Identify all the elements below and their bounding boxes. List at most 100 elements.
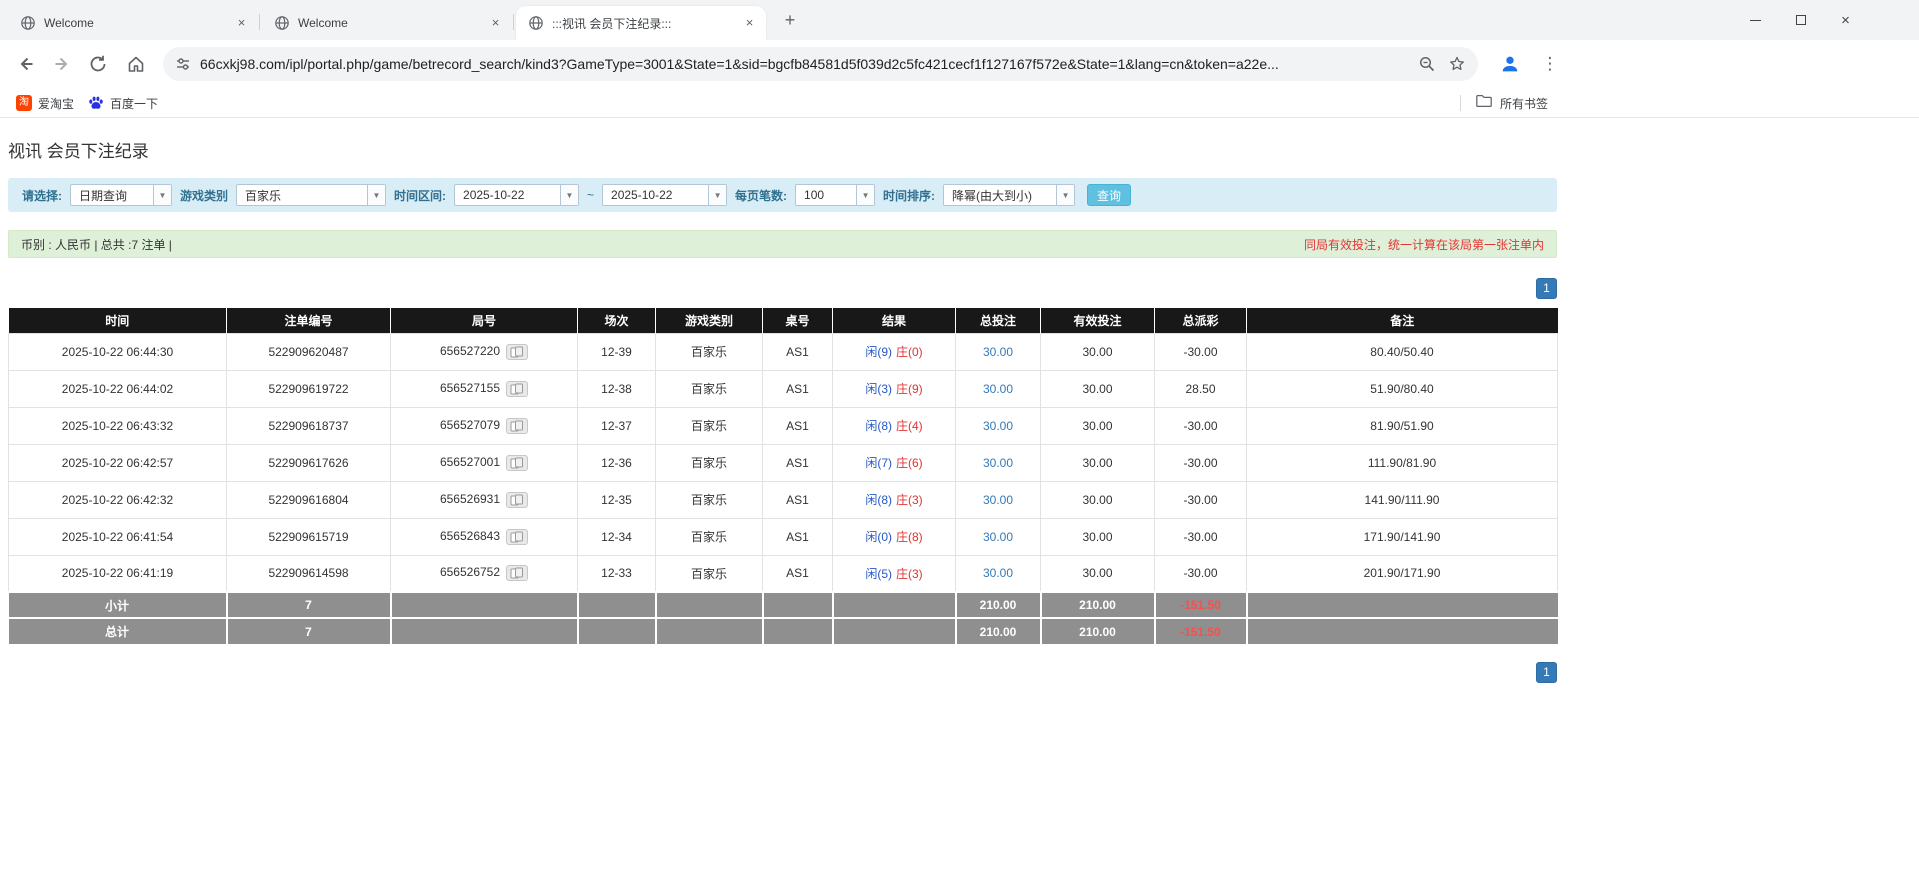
payout-cell: 28.50 xyxy=(1154,369,1247,408)
total-bet-link[interactable]: 30.00 xyxy=(983,456,1013,470)
round-cell: 656527001 xyxy=(390,443,578,482)
bet-id-cell: 522909615719 xyxy=(226,517,391,556)
round-result-image-icon[interactable] xyxy=(506,565,529,582)
column-header: 备注 xyxy=(1246,308,1558,333)
browser-menu-icon[interactable]: ⋮ xyxy=(1534,48,1566,80)
payout-cell: -30.00 xyxy=(1154,517,1247,556)
round-result-image-icon[interactable] xyxy=(506,343,529,360)
table-no-cell: AS1 xyxy=(762,443,833,482)
game-type-cell: 百家乐 xyxy=(655,517,763,556)
footer-valid-bet: 210.00 xyxy=(1040,591,1156,618)
table-header-row: 时间 注单编号 局号 场次 游戏类别 桌号 结果 总投注 有效投注 总派彩 备注 xyxy=(8,308,1558,333)
session-cell: 12-34 xyxy=(577,517,656,556)
minimize-button[interactable] xyxy=(1733,0,1778,40)
column-header: 注单编号 xyxy=(226,308,391,333)
round-cell: 656527155 xyxy=(390,369,578,408)
page-1-button[interactable]: 1 xyxy=(1536,662,1557,683)
game-type-label: 游戏类别 xyxy=(180,188,229,203)
round-cell: 656526931 xyxy=(390,480,578,519)
reload-button[interactable] xyxy=(80,46,116,82)
round-id: 656526752 xyxy=(439,565,501,580)
game-type-select[interactable]: 百家乐 ▼ xyxy=(236,184,387,206)
chevron-down-icon[interactable]: ▼ xyxy=(1056,185,1075,205)
query-mode-select[interactable]: 日期查询 ▼ xyxy=(70,184,172,206)
date-to-value: 2025-10-22 xyxy=(611,188,673,202)
tab-close-icon[interactable]: × xyxy=(741,15,758,32)
total-bet-link[interactable]: 30.00 xyxy=(983,345,1013,359)
total-bet-cell: 30.00 xyxy=(955,443,1041,482)
game-type-cell: 百家乐 xyxy=(655,369,763,408)
result-banker: 庄(3) xyxy=(896,493,923,507)
chevron-down-icon[interactable]: ▼ xyxy=(367,185,386,205)
close-button[interactable]: × xyxy=(1823,0,1868,40)
browser-tab-2[interactable]: Welcome × xyxy=(262,6,512,40)
total-bet-link[interactable]: 30.00 xyxy=(983,493,1013,507)
bookmark-taobao[interactable]: 淘 爱淘宝 xyxy=(8,91,82,115)
tab-close-icon[interactable]: × xyxy=(487,15,504,32)
url-text[interactable]: 66cxkj98.com/ipl/portal.php/game/betreco… xyxy=(200,56,1418,72)
total-bet-link[interactable]: 30.00 xyxy=(983,566,1013,580)
result-banker: 庄(0) xyxy=(896,345,923,359)
date-from-select[interactable]: 2025-10-22 ▼ xyxy=(454,184,580,206)
new-tab-button[interactable]: + xyxy=(778,9,802,33)
bookmark-label: 百度一下 xyxy=(110,96,159,111)
footer-payout: -151.50 xyxy=(1154,617,1248,644)
round-result-image-icon[interactable] xyxy=(506,491,529,508)
tab-close-icon[interactable]: × xyxy=(233,15,250,32)
all-bookmarks[interactable]: 所有书签 xyxy=(1460,88,1548,118)
chevron-down-icon[interactable]: ▼ xyxy=(560,185,579,205)
bookmarks-divider xyxy=(1460,95,1461,111)
maximize-button[interactable] xyxy=(1778,0,1823,40)
page-1-button[interactable]: 1 xyxy=(1536,278,1557,299)
round-result-image-icon[interactable] xyxy=(506,454,529,471)
browser-tab-3-active[interactable]: :::视讯 会员下注纪录::: × xyxy=(516,6,766,40)
total-bet-link[interactable]: 30.00 xyxy=(983,382,1013,396)
round-result-image-icon[interactable] xyxy=(506,380,529,397)
session-cell: 12-36 xyxy=(577,443,656,482)
bookmark-star-icon[interactable] xyxy=(1448,55,1466,73)
round-result-image-icon[interactable] xyxy=(506,528,529,545)
payout-cell: -30.00 xyxy=(1154,332,1247,371)
page-size-select[interactable]: 100 ▼ xyxy=(795,184,876,206)
result-banker: 庄(6) xyxy=(896,456,923,470)
table-no-cell: AS1 xyxy=(762,554,833,593)
globe-favicon xyxy=(528,15,544,31)
filter-bar: 请选择: 日期查询 ▼ 游戏类别 百家乐 ▼ 时间区间: 2025-10-22 … xyxy=(8,178,1557,212)
browser-tab-1[interactable]: Welcome × xyxy=(8,6,258,40)
round-cell: 656527220 xyxy=(390,332,578,371)
round-result-image-icon[interactable] xyxy=(506,417,529,434)
site-settings-icon[interactable] xyxy=(175,56,191,72)
table-row: 2025-10-22 06:44:02 522909619722 656527155… xyxy=(8,369,1558,408)
column-header: 局号 xyxy=(390,308,578,333)
date-to-select[interactable]: 2025-10-22 ▼ xyxy=(602,184,728,206)
chevron-down-icon[interactable]: ▼ xyxy=(856,185,875,205)
column-header: 时间 xyxy=(8,308,227,333)
note-cell: 201.90/171.90 xyxy=(1246,554,1558,593)
table-row: 2025-10-22 06:41:19 522909614598 656526752… xyxy=(8,554,1558,593)
zoom-indicator-icon[interactable] xyxy=(1418,55,1436,73)
note-cell: 81.90/51.90 xyxy=(1246,406,1558,445)
all-bookmarks-label: 所有书签 xyxy=(1500,96,1549,111)
total-bet-link[interactable]: 30.00 xyxy=(983,419,1013,433)
sort-select[interactable]: 降幂(由大到小) ▼ xyxy=(943,184,1076,206)
bet-id-cell: 522909617626 xyxy=(226,443,391,482)
table-footer-row: 小计 7 210.00 210.00 -151.50 xyxy=(8,591,1558,618)
total-bet-link[interactable]: 30.00 xyxy=(983,530,1013,544)
home-button[interactable] xyxy=(118,46,154,82)
forward-button[interactable] xyxy=(44,46,80,82)
bottom-pagination: 1 xyxy=(8,662,1557,683)
result-cell: 闲(8) 庄(4) xyxy=(832,406,956,445)
bookmark-baidu[interactable]: 百度一下 xyxy=(80,91,166,115)
table-footer-row: 总计 7 210.00 210.00 -151.50 xyxy=(8,617,1558,644)
search-button[interactable]: 查询 xyxy=(1087,184,1132,206)
back-button[interactable] xyxy=(8,46,44,82)
address-bar[interactable]: 66cxkj98.com/ipl/portal.php/game/betreco… xyxy=(163,47,1478,81)
footer-empty-cell xyxy=(762,617,834,644)
chevron-down-icon[interactable]: ▼ xyxy=(153,185,171,205)
note-cell: 141.90/111.90 xyxy=(1246,480,1558,519)
summary-bar: 币别 : 人民币 | 总共 :7 注单 | 同局有效投注，统一计算在该局第一张注… xyxy=(8,230,1557,258)
note-cell: 171.90/141.90 xyxy=(1246,517,1558,556)
chevron-down-icon[interactable]: ▼ xyxy=(708,185,727,205)
profile-avatar-icon[interactable] xyxy=(1494,48,1526,80)
baidu-paw-icon xyxy=(88,95,104,111)
